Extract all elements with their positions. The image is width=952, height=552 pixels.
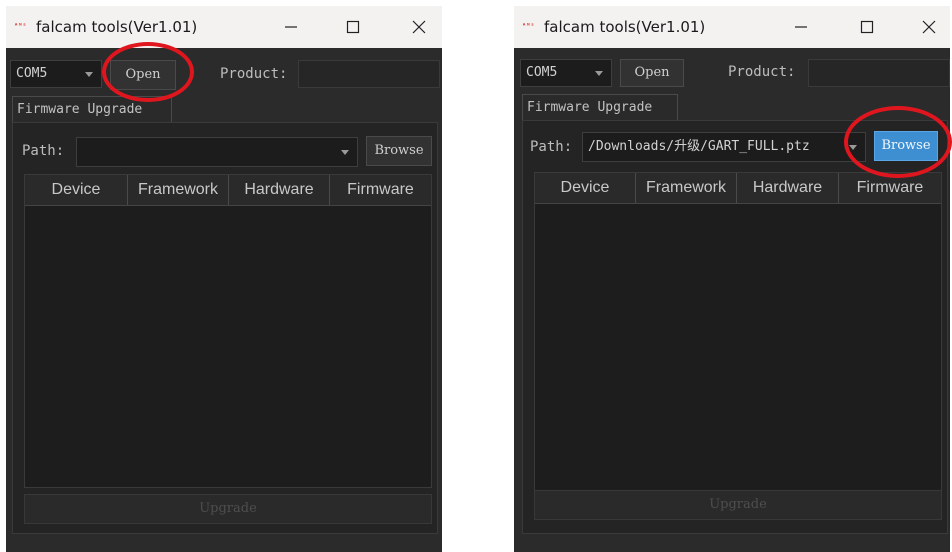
upgrade-button[interactable]: Upgrade [24,494,432,524]
tab-firmware-upgrade[interactable]: Firmware Upgrade [522,94,678,121]
window-title: falcam tools(Ver1.01) [36,18,198,36]
maximize-button[interactable] [844,6,890,48]
chevron-down-icon [85,72,93,77]
product-field [808,59,950,87]
path-value: /Downloads/升级/GART_FULL.ptz [588,139,810,154]
close-icon [412,20,426,34]
open-button-highlight-circle [102,42,194,102]
minimize-button[interactable] [778,6,824,48]
minimize-icon [795,26,807,28]
chevron-down-icon [595,71,603,76]
close-button[interactable] [906,6,952,48]
window-title: falcam tools(Ver1.01) [544,18,706,36]
column-header-firmware[interactable]: Firmware [330,175,431,205]
path-label: Path: [530,139,573,155]
column-header-device[interactable]: Device [25,175,128,205]
table-header: Device Framework Hardware Firmware [25,175,431,206]
port-select[interactable]: COM5 [10,60,102,88]
column-header-hardware[interactable]: Hardware [737,173,839,203]
column-header-hardware[interactable]: Hardware [229,175,330,205]
minimize-icon [285,26,297,28]
close-icon [922,20,936,34]
browse-button[interactable]: Browse [366,136,432,166]
device-table: Device Framework Hardware Firmware [534,172,942,494]
product-label: Product: [220,66,288,82]
upgrade-button[interactable]: Upgrade [534,490,942,520]
title-bar: ᴬᴺˢ falcam tools(Ver1.01) [514,6,950,48]
maximize-icon [346,20,360,34]
column-header-framework[interactable]: Framework [128,175,229,205]
port-select-value: COM5 [16,66,48,81]
path-select[interactable]: /Downloads/升级/GART_FULL.ptz [582,132,866,162]
maximize-button[interactable] [330,6,376,48]
device-table: Device Framework Hardware Firmware [24,174,432,488]
chevron-down-icon [341,150,349,155]
browse-button-highlight-circle [844,106,952,178]
path-label: Path: [22,143,65,159]
close-button[interactable] [396,6,442,48]
maximize-icon [860,20,874,34]
app-icon: ᴬᴺˢ [522,22,535,30]
minimize-button[interactable] [268,6,314,48]
left-window: ᴬᴺˢ falcam tools(Ver1.01) COM5 Open Prod… [6,6,442,552]
port-select-value: COM5 [526,65,558,80]
table-header: Device Framework Hardware Firmware [535,173,941,204]
column-header-framework[interactable]: Framework [636,173,737,203]
product-field [298,60,440,88]
right-window: ᴬᴺˢ falcam tools(Ver1.01) COM5 Open Prod… [514,6,952,552]
column-header-device[interactable]: Device [535,173,636,203]
open-button[interactable]: Open [620,59,684,87]
app-icon: ᴬᴺˢ [14,22,27,30]
path-select[interactable] [76,137,358,167]
title-bar: ᴬᴺˢ falcam tools(Ver1.01) [6,6,442,48]
product-label: Product: [728,64,796,80]
port-select[interactable]: COM5 [520,59,612,87]
